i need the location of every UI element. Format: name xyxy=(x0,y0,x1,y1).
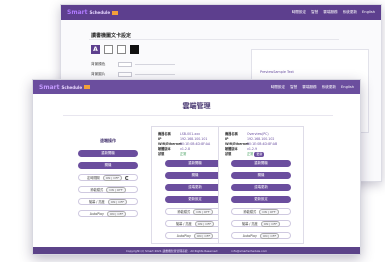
toggle-label: 節能模式 xyxy=(177,210,191,214)
timer-toggle-row[interactable]: 定時開關 ON | OFF xyxy=(78,174,138,181)
on-off-toggle[interactable]: ON | OFF xyxy=(259,208,279,215)
on-off-toggle[interactable]: ON | OFF xyxy=(106,186,126,193)
title-divider xyxy=(63,115,333,116)
swatch-outline[interactable] xyxy=(117,45,126,54)
on-off-toggle[interactable]: ON | OFF xyxy=(193,232,214,239)
autoplay-toggle-row[interactable]: AutoPlay ON | OFF xyxy=(231,232,291,239)
toggle-label: 螢幕 / 亮度 xyxy=(175,222,192,226)
back-logo[interactable]: Smart Schedule xyxy=(67,9,119,16)
row-input[interactable] xyxy=(118,71,132,77)
toggle-label: 螢幕 / 亮度 xyxy=(241,222,258,226)
toggle-label: 節能模式 xyxy=(90,188,104,192)
update-settings-button[interactable]: 更新設定 xyxy=(165,196,225,203)
info-row: 狀態 正常 更新 xyxy=(225,152,297,157)
power-saving-toggle-row[interactable]: 節能模式 ON | OFF xyxy=(165,208,225,215)
row-slider[interactable] xyxy=(135,63,175,65)
update-settings-button[interactable]: 更新設定 xyxy=(231,196,291,203)
info-key: 狀態 xyxy=(225,152,232,156)
toggle-label: 定時開關 xyxy=(86,176,100,180)
on-off-toggle[interactable]: ON | OFF xyxy=(106,210,127,217)
update-badge[interactable]: 更新 xyxy=(254,152,265,157)
status-value: 正常 xyxy=(180,152,187,156)
back-logo-sub: Schedule xyxy=(89,10,111,15)
back-nav-item[interactable]: 系統更新 xyxy=(343,10,357,15)
swatch-black[interactable] xyxy=(130,45,139,54)
front-logo-text: Smart xyxy=(39,83,60,91)
power-saving-toggle-row[interactable]: 節能模式 ON | OFF xyxy=(78,186,138,193)
front-nav-item[interactable]: 系統更新 xyxy=(322,85,336,90)
toggle-label: 節能模式 xyxy=(243,210,257,214)
back-nav-item[interactable]: 雲端服務 xyxy=(323,10,337,15)
back-nav: 時間設定 智慧 雲端服務 系統更新 English xyxy=(292,10,375,15)
toggle-label: 螢幕 / 亮度 xyxy=(88,200,105,204)
on-off-toggle[interactable]: ON | OFF xyxy=(194,220,215,227)
front-nav: 時間設定 智慧 雲端服務 系統更新 English xyxy=(271,85,354,90)
back-nav-item[interactable]: English xyxy=(362,10,375,15)
on-off-toggle[interactable]: ON | OFF xyxy=(259,232,280,239)
reboot-button[interactable]: 重新開機 xyxy=(231,160,291,167)
screen-brightness-toggle-row[interactable]: 螢幕 / 亮度 ON | OFF xyxy=(231,220,291,227)
on-off-toggle[interactable]: ON | OFF xyxy=(193,208,213,215)
swatch-text-style[interactable]: A xyxy=(91,45,100,54)
screen-brightness-toggle-row[interactable]: 螢幕 / 亮度 ON | OFF xyxy=(165,220,225,227)
front-nav-item[interactable]: 智慧 xyxy=(290,85,297,90)
settings-row: 背景圖片 xyxy=(91,69,175,79)
remote-control-panel: 遠端操作 重新開機 關機 定時開關 ON | OFF 節能模式 ON | OFF… xyxy=(68,126,148,236)
back-nav-item[interactable]: 時間設定 xyxy=(292,10,306,15)
toggle-label: AutoPlay xyxy=(242,233,257,238)
remote-update-button[interactable]: 遠端更新 xyxy=(231,184,291,191)
autoplay-toggle-row[interactable]: AutoPlay ON | OFF xyxy=(78,210,138,217)
remote-update-button[interactable]: 遠端更新 xyxy=(165,184,225,191)
panel-heading: 遠端操作 xyxy=(100,138,116,143)
reboot-button[interactable]: 重新開機 xyxy=(165,160,225,167)
status-value: 正常 xyxy=(247,152,254,156)
front-header-bar: Smart Schedule 時間設定 智慧 雲端服務 系統更新 English xyxy=(33,80,360,94)
page-title: 雲端管理 xyxy=(182,102,211,110)
preview-link[interactable]: PreviewSample Text xyxy=(260,70,294,74)
row-slider[interactable] xyxy=(135,73,175,75)
row-input[interactable] xyxy=(118,61,132,67)
front-logo[interactable]: Smart Schedule xyxy=(39,83,91,91)
shutdown-button[interactable]: 關機 xyxy=(231,172,291,179)
on-off-toggle[interactable]: ON | OFF xyxy=(260,220,281,227)
device-info: 機器名稱 Overview(PC) IP 192.168.100.102 Wifi/… xyxy=(219,127,303,160)
footer-email[interactable]: info@smartschedule.com xyxy=(231,249,267,253)
back-header-bar: Smart Schedule 時間設定 智慧 雲端服務 系統更新 English xyxy=(61,5,381,20)
front-window: Smart Schedule 時間設定 智慧 雲端服務 系統更新 English … xyxy=(32,79,361,255)
footer-copyright: Copyright (c) Smart 2021 讀書機智慧管理系統 · All… xyxy=(125,248,218,253)
front-nav-item[interactable]: English xyxy=(341,85,354,90)
back-nav-item[interactable]: 智慧 xyxy=(311,10,318,15)
toggle-label: AutoPlay xyxy=(89,211,104,216)
shutdown-button[interactable]: 關機 xyxy=(78,162,138,169)
reboot-button[interactable]: 重新開機 xyxy=(78,150,138,157)
settings-row: 背景顏色 xyxy=(91,59,175,69)
autoplay-toggle-row[interactable]: AutoPlay ON | OFF xyxy=(165,232,225,239)
on-off-toggle[interactable]: ON | OFF xyxy=(102,174,123,181)
style-swatches: A xyxy=(91,45,139,54)
back-logo-text: Smart xyxy=(67,9,88,16)
power-saving-toggle-row[interactable]: 節能模式 ON | OFF xyxy=(231,208,291,215)
logo-flag-icon xyxy=(112,10,119,15)
device-panel-2: 機器名稱 Overview(PC) IP 192.168.100.102 Wifi/… xyxy=(218,126,304,244)
back-divider xyxy=(89,39,339,40)
front-nav-item[interactable]: 雲端服務 xyxy=(302,85,316,90)
shutdown-button[interactable]: 關機 xyxy=(165,172,225,179)
info-key: 狀態 xyxy=(158,152,165,156)
row-label: 背景圖片 xyxy=(91,71,106,76)
footer: Copyright (c) Smart 2021 讀書機智慧管理系統 · All… xyxy=(33,247,360,254)
toggle-label: AutoPlay xyxy=(176,233,191,238)
swatch-white[interactable] xyxy=(104,45,113,54)
front-logo-sub: Schedule xyxy=(61,84,83,90)
row-label: 背景顏色 xyxy=(91,61,106,66)
back-page-title: 讀書機圖文卡設定 xyxy=(91,33,132,39)
screen-brightness-toggle-row[interactable]: 螢幕 / 亮度 ON | OFF xyxy=(78,198,138,205)
dial-icon xyxy=(125,175,130,180)
on-off-toggle[interactable]: ON | OFF xyxy=(107,198,128,205)
front-nav-item[interactable]: 時間設定 xyxy=(271,85,285,90)
logo-flag-icon xyxy=(84,85,91,89)
